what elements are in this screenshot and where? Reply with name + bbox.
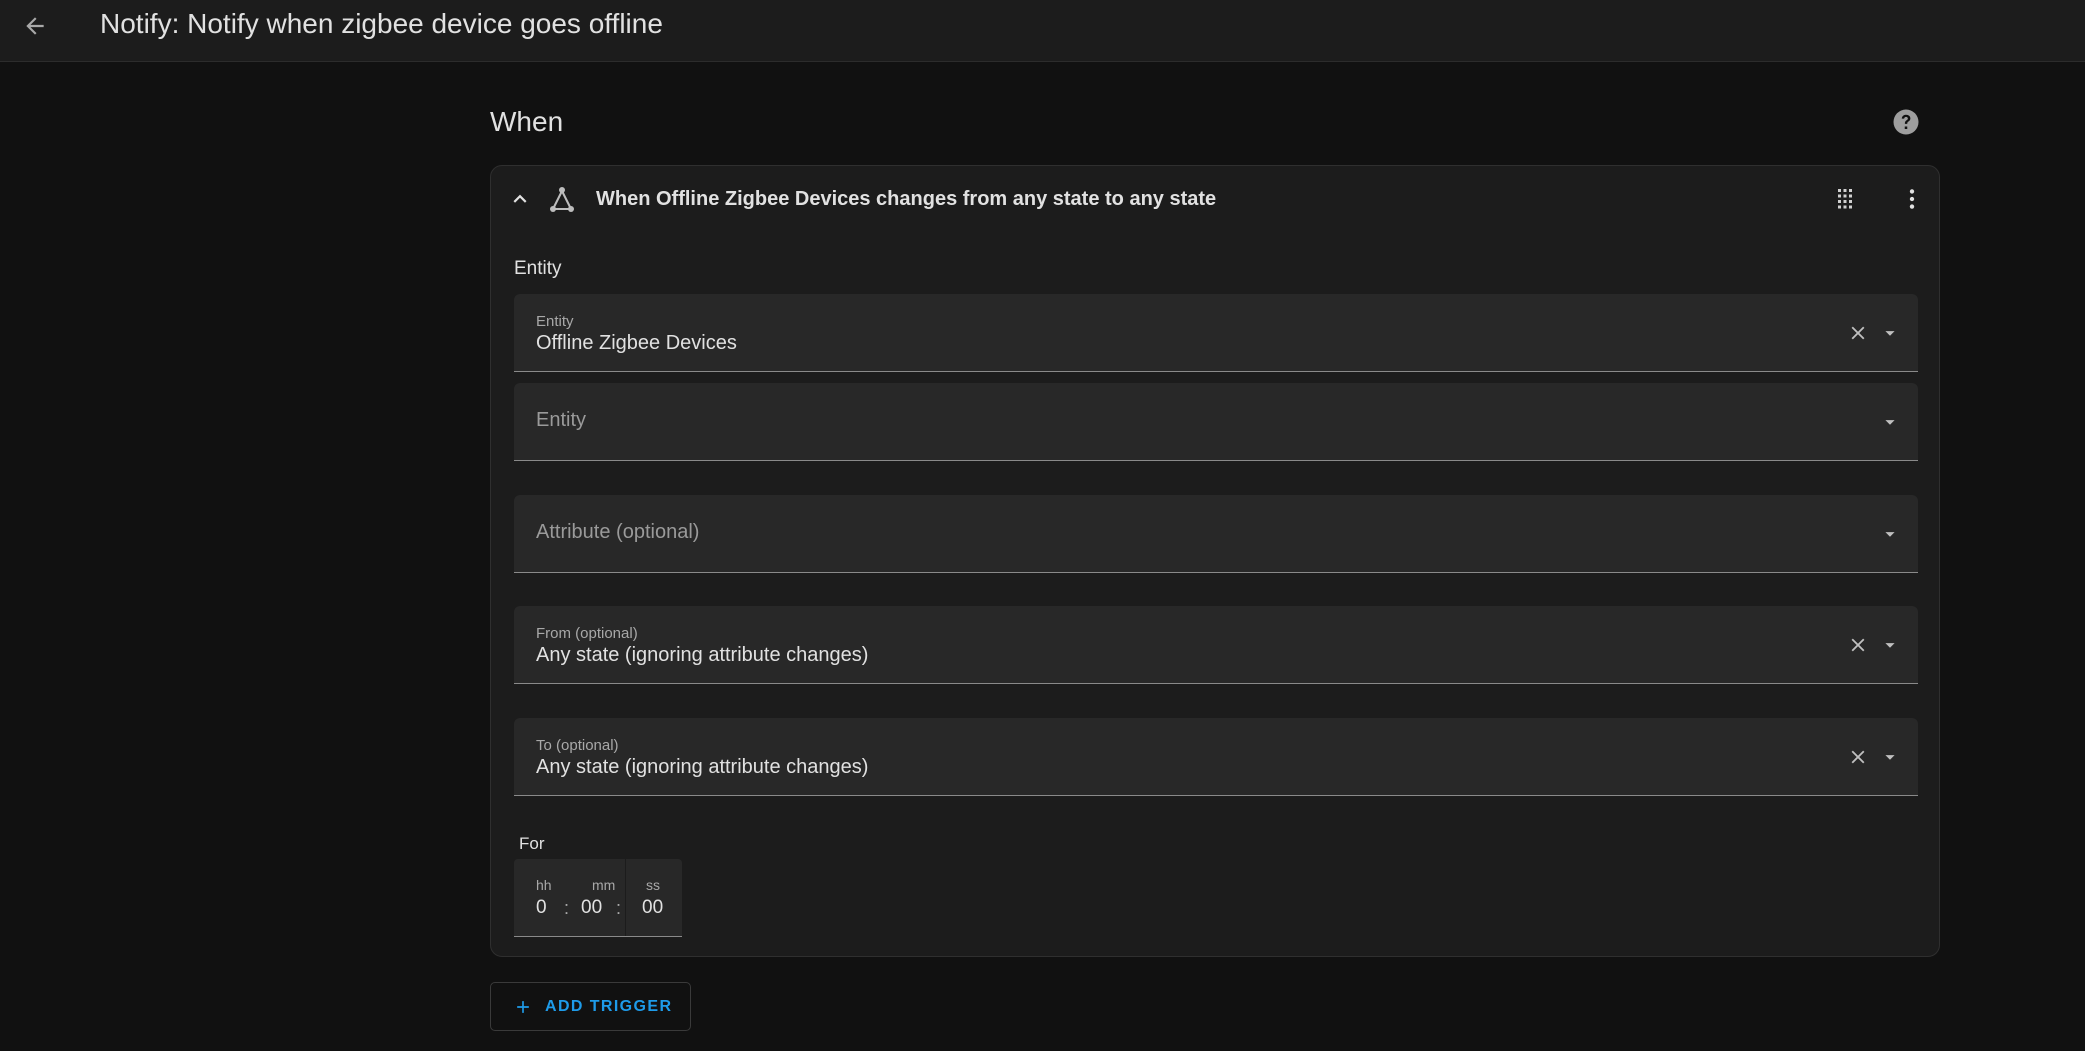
page-title: Notify: Notify when zigbee device goes o… (100, 8, 663, 39)
chevron-up-icon (513, 194, 527, 203)
close-icon (1851, 326, 1865, 340)
to-state-field[interactable]: To (optional) Any state (ignoring attrib… (514, 718, 1918, 796)
overflow-menu-button[interactable] (1895, 182, 1929, 216)
plus-icon (513, 997, 533, 1017)
additional-entity-placeholder: Entity (536, 409, 587, 431)
entity-dropdown-button[interactable] (1879, 322, 1901, 344)
trigger-title: When Offline Zigbee Devices changes from… (596, 188, 1217, 210)
menu-down-icon (1885, 755, 1895, 760)
help-button[interactable] (1890, 106, 1922, 138)
from-state-field[interactable]: From (optional) Any state (ignoring attr… (514, 606, 1918, 684)
seconds-input[interactable]: 00 (642, 897, 663, 919)
minutes-unit-label: mm (592, 877, 616, 893)
minutes-seconds-separator: : (616, 898, 622, 918)
hours-part: hh 0 (514, 859, 566, 936)
additional-entity-field[interactable]: Entity (514, 383, 1918, 461)
from-state-label: From (optional) (536, 625, 638, 642)
to-state-value[interactable]: Any state (ignoring attribute changes) (536, 756, 868, 779)
entity-heading: Entity (514, 258, 562, 279)
section-title: When (490, 106, 564, 137)
arrow-left-icon (26, 17, 44, 35)
trigger-card: When Offline Zigbee Devices changes from… (490, 165, 1940, 957)
close-icon (1851, 750, 1865, 764)
close-icon (1851, 638, 1865, 652)
minutes-input[interactable]: 00 (581, 897, 602, 919)
menu-down-icon (1885, 331, 1895, 336)
entity-field[interactable]: Entity Offline Zigbee Devices (514, 294, 1918, 372)
attribute-field[interactable]: Attribute (optional) (514, 495, 1918, 573)
seconds-part: ss 00 (626, 859, 682, 936)
clear-from-state-button[interactable] (1847, 634, 1869, 656)
add-trigger-button[interactable]: ADD TRIGGER (490, 982, 691, 1031)
entity-field-value[interactable]: Offline Zigbee Devices (536, 332, 737, 355)
attribute-dropdown-button[interactable] (1879, 523, 1901, 545)
to-state-label: To (optional) (536, 737, 619, 754)
menu-down-icon (1885, 420, 1895, 425)
entity-field-label: Entity (536, 313, 574, 330)
attribute-placeholder: Attribute (optional) (536, 521, 700, 543)
back-button[interactable] (16, 7, 54, 45)
collapse-button[interactable] (503, 182, 537, 216)
help-circle-icon (1893, 109, 1919, 135)
clear-entity-button[interactable] (1847, 322, 1869, 344)
hours-unit-label: hh (536, 877, 552, 893)
trigger-card-header[interactable]: When Offline Zigbee Devices changes from… (491, 166, 1939, 232)
clear-to-state-button[interactable] (1847, 746, 1869, 768)
drag-handle-icon (1838, 189, 1852, 209)
seconds-unit-label: ss (646, 877, 660, 893)
add-trigger-label: ADD TRIGGER (545, 997, 673, 1015)
dots-vertical-icon (1909, 189, 1915, 209)
to-state-dropdown-button[interactable] (1879, 746, 1901, 768)
hours-input[interactable]: 0 (536, 897, 547, 919)
top-app-bar: Notify: Notify when zigbee device goes o… (0, 0, 2085, 62)
from-state-dropdown-button[interactable] (1879, 634, 1901, 656)
state-trigger-icon (545, 183, 579, 217)
additional-entity-dropdown-button[interactable] (1879, 411, 1901, 433)
duration-label: For (519, 834, 545, 853)
hours-minutes-separator: : (564, 898, 570, 918)
from-state-value[interactable]: Any state (ignoring attribute changes) (536, 644, 868, 667)
menu-down-icon (1885, 532, 1895, 537)
menu-down-icon (1885, 643, 1895, 648)
drag-handle[interactable] (1828, 182, 1862, 216)
duration-input: hh 0 : mm 00 : ss 00 (514, 859, 682, 937)
